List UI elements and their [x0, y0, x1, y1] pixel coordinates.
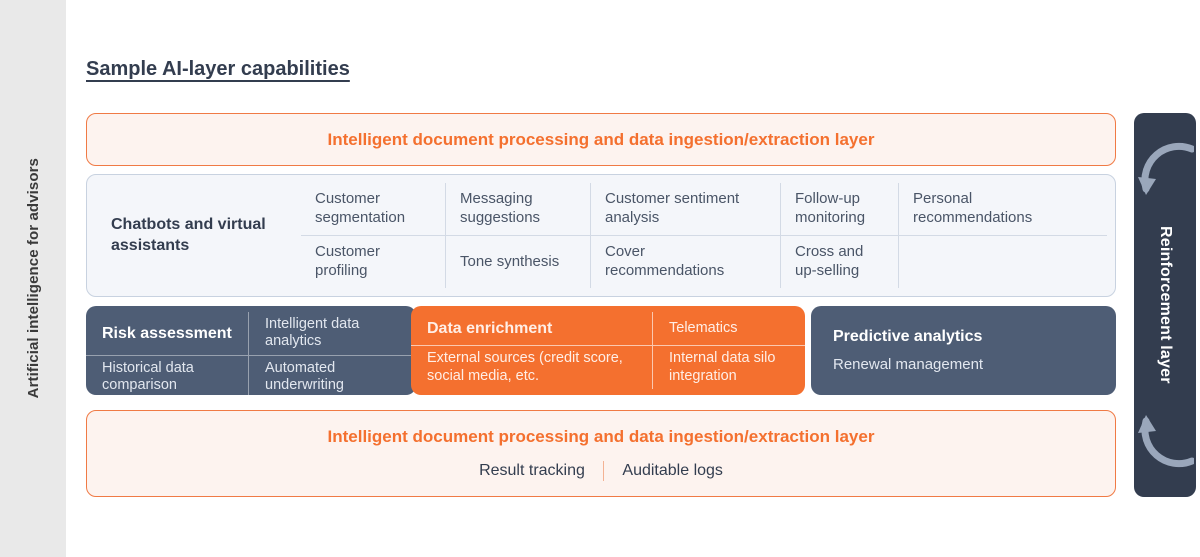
data-card-item: External sources (credit score, social m… [411, 346, 653, 389]
chatbots-panel: Chatbots and virtual assistants Customer… [86, 174, 1116, 297]
data-card-item: Internal data silo integration [669, 350, 776, 384]
top-band-title: Intelligent document processing and data… [327, 129, 875, 149]
risk-assessment-card: Risk assessment Intelligent data analyti… [86, 306, 416, 395]
capability-cell: Customer segmentation [301, 183, 446, 236]
risk-card-item: Intelligent data analytics [249, 312, 416, 356]
risk-card-grid: Risk assessment Intelligent data analyti… [86, 306, 416, 395]
page-title: Sample AI-layer capabilities [86, 58, 350, 80]
predictive-analytics-card: Predictive analytics Renewal management [811, 306, 1116, 395]
capability-cell: Follow-up monitoring [781, 183, 899, 236]
reinforcement-layer-panel: Reinforcement layer [1134, 113, 1196, 497]
predictive-card-heading: Predictive analytics [833, 328, 983, 345]
predictive-card-body: Predictive analytics Renewal management [811, 306, 1116, 395]
predictive-card-item: Renewal management [833, 356, 984, 373]
auditable-logs-label: Auditable logs [622, 461, 723, 479]
risk-card-item: Historical data comparison [86, 355, 249, 395]
capability-cell: Cross and up-selling [781, 235, 899, 288]
chatbots-panel-title: Chatbots and virtual assistants [111, 216, 266, 254]
loop-arrow-down-icon [1138, 142, 1194, 195]
result-tracking-label: Result tracking [479, 461, 585, 479]
left-vertical-band: Artificial intelligence for advisors [0, 0, 66, 557]
data-card-heading: Data enrichment [411, 312, 653, 347]
risk-card-item: Automated underwriting [265, 359, 344, 394]
loop-arrow-up-icon [1138, 415, 1194, 468]
capability-cell: Customer profiling [301, 235, 446, 288]
left-band-label: Artificial intelligence for advisors [24, 158, 42, 399]
capability-cell: Cover recommendations [591, 235, 781, 288]
bottom-ingestion-band: Intelligent document processing and data… [86, 410, 1116, 497]
data-enrichment-card: Data enrichment Telematics External sour… [411, 306, 805, 395]
capabilities-grid: Customer segmentation Messaging suggesti… [301, 175, 1115, 296]
capability-cell: Tone synthesis [446, 235, 591, 288]
capability-cell: Messaging suggestions [446, 183, 591, 236]
bottom-band-sub-row: Result tracking Auditable logs [461, 460, 741, 481]
diagram-canvas: Sample AI-layer capabilities Intelligent… [66, 0, 1200, 557]
capability-cell-empty [899, 236, 1107, 289]
reinforcement-layer-label: Reinforcement layer [1157, 226, 1174, 384]
data-card-grid: Data enrichment Telematics External sour… [411, 306, 805, 395]
bottom-band-title: Intelligent document processing and data… [327, 426, 875, 446]
risk-card-heading: Risk assessment [86, 312, 249, 356]
capability-cell: Customer sentiment analysis [591, 183, 781, 236]
top-ingestion-band: Intelligent document processing and data… [86, 113, 1116, 166]
capability-cell: Personal recommendations [899, 183, 1107, 236]
data-card-item: Telematics [653, 312, 805, 347]
